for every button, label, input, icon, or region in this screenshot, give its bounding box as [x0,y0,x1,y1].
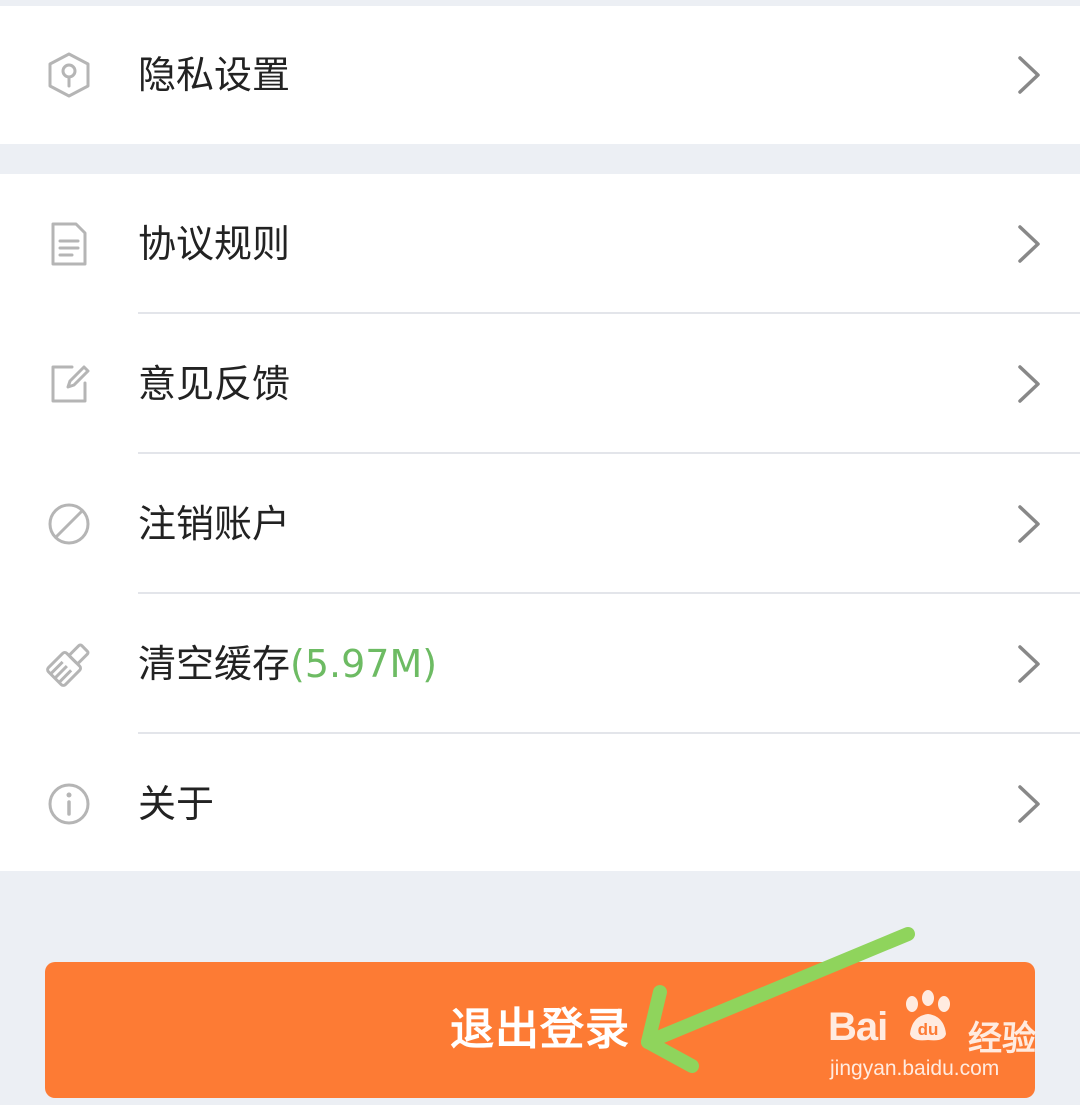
privacy-section: 隐私设置 [0,6,1080,144]
feedback-label: 意见反馈 [138,362,291,406]
settings-section: 协议规则 意见反馈 注销账户 清空缓存(5.97M) 关于 [0,174,1080,871]
feedback-row[interactable]: 意见反馈 [0,314,1080,454]
broom-icon [46,643,90,687]
cache-size-value: (5.97M) [290,642,438,686]
deactivate-account-label: 注销账户 [138,502,291,546]
clear-cache-row[interactable]: 清空缓存(5.97M) [0,594,1080,734]
clear-cache-label: 清空缓存(5.97M) [138,645,437,683]
chevron-right-icon [1018,645,1040,683]
agreement-rules-row[interactable]: 协议规则 [0,174,1080,314]
clear-cache-text: 清空缓存 [138,642,291,686]
about-row[interactable]: 关于 [0,734,1080,874]
chevron-right-icon [1018,365,1040,403]
agreement-rules-label: 协议规则 [138,222,291,266]
about-label: 关于 [138,782,215,826]
deactivate-account-row[interactable]: 注销账户 [0,454,1080,594]
edit-icon [51,365,90,403]
prohibit-icon [48,503,90,545]
chevron-right-icon [1018,56,1040,94]
document-icon [51,222,87,266]
chevron-right-icon [1018,505,1040,543]
logout-button[interactable]: 退出登录 [45,962,1035,1098]
privacy-settings-label: 隐私设置 [138,53,291,97]
info-icon [48,783,90,825]
privacy-shield-icon [48,52,90,98]
privacy-settings-row[interactable]: 隐私设置 [0,6,1080,144]
chevron-right-icon [1018,785,1040,823]
chevron-right-icon [1018,225,1040,263]
logout-label: 退出登录 [450,1005,630,1054]
